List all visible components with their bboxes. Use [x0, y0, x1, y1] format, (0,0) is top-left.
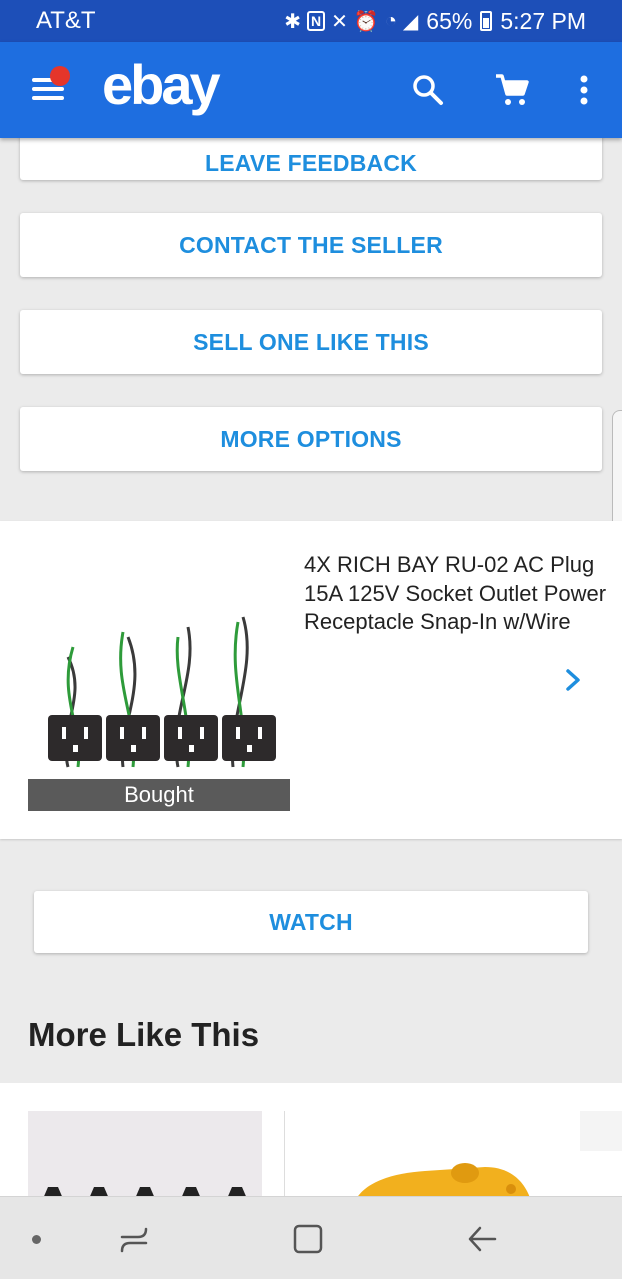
- more-options-button[interactable]: MORE OPTIONS: [20, 407, 602, 471]
- sell-one-like-this-button[interactable]: SELL ONE LIKE THIS: [20, 310, 602, 374]
- recent-apps-icon[interactable]: [118, 1223, 150, 1260]
- carousel-item[interactable]: [580, 1111, 622, 1151]
- carousel-item[interactable]: [28, 1111, 262, 1201]
- clock: 5:27 PM: [500, 7, 586, 34]
- status-icons: ✱ N ✕ ⏰ ◔ ◢: [284, 9, 418, 34]
- product-card[interactable]: Bought 4X RICH BAY RU-02 AC Plug 15A 125…: [0, 521, 622, 839]
- ebay-logo[interactable]: ebay: [102, 52, 221, 117]
- menu-line: [32, 96, 64, 100]
- menu-line: [32, 87, 64, 91]
- product-image[interactable]: [28, 577, 290, 799]
- bluetooth-icon: ✱: [284, 10, 302, 33]
- leave-feedback-label: LEAVE FEEDBACK: [205, 149, 417, 176]
- bought-badge: Bought: [28, 779, 290, 811]
- notification-dot: [50, 66, 70, 86]
- home-icon[interactable]: [292, 1223, 324, 1260]
- carrier-label: AT&T: [36, 7, 96, 34]
- menu-button[interactable]: [32, 66, 70, 104]
- wifi-icon: ◔: [384, 9, 397, 32]
- status-bar: AT&T ✱ N ✕ ⏰ ◔ ◢ 65% 5:27 PM: [0, 0, 622, 42]
- nfc-icon: N: [307, 11, 326, 31]
- battery-icon: [480, 11, 493, 31]
- cart-icon[interactable]: [492, 70, 532, 110]
- alarm-icon: ⏰: [353, 10, 379, 33]
- back-icon[interactable]: [466, 1223, 498, 1260]
- product-title[interactable]: 4X RICH BAY RU-02 AC Plug 15A 125V Socke…: [304, 551, 614, 637]
- app-bar: ebay: [0, 42, 622, 138]
- mute-icon: ✕: [331, 10, 348, 33]
- signal-icon: ◢: [402, 10, 419, 33]
- overflow-menu-icon[interactable]: [564, 70, 604, 110]
- system-nav-bar: [0, 1196, 622, 1279]
- status-right: ✱ N ✕ ⏰ ◔ ◢ 65% 5:27 PM: [284, 8, 586, 35]
- battery-percent: 65%: [426, 7, 473, 34]
- search-icon[interactable]: [408, 70, 448, 110]
- outlet-illustration: [48, 616, 276, 768]
- watch-button[interactable]: WATCH: [34, 891, 588, 953]
- chevron-right-icon[interactable]: [562, 665, 586, 695]
- more-like-this-carousel[interactable]: [0, 1083, 622, 1201]
- more-like-this-heading: More Like This: [28, 1016, 260, 1053]
- nav-dot-icon[interactable]: [32, 1235, 41, 1244]
- outlets-thumbnail: [42, 1187, 248, 1201]
- carousel-item[interactable]: [284, 1111, 558, 1201]
- yellow-plug-thumbnail: [355, 1163, 531, 1201]
- contact-seller-button[interactable]: CONTACT THE SELLER: [20, 213, 602, 277]
